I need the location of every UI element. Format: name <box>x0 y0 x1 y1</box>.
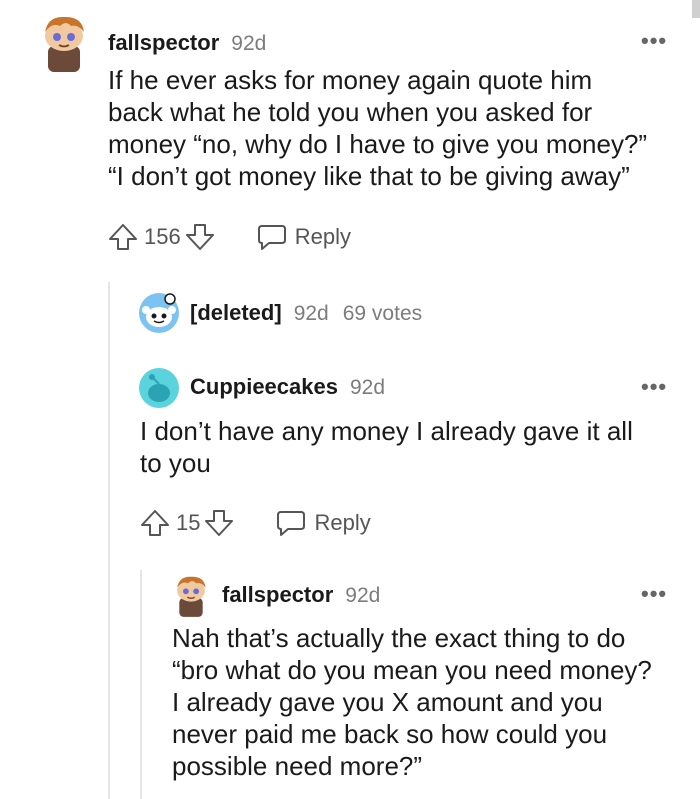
avatar[interactable] <box>172 573 210 617</box>
body-line: to you <box>140 448 211 478</box>
avatar[interactable] <box>138 367 180 409</box>
comment-body: If he ever asks for money again quote hi… <box>108 64 647 192</box>
timestamp[interactable]: 92d <box>345 584 380 608</box>
body-line: back what he told you when you asked for <box>108 97 593 127</box>
body-line: If he ever asks for money again quote hi… <box>108 65 593 95</box>
body-line: “I don’t got money like that to be givin… <box>108 161 630 191</box>
more-options-icon[interactable]: ••• <box>641 30 667 52</box>
author-name[interactable]: fallspector <box>108 30 219 56</box>
body-line: Nah that’s actually the exact thing to d… <box>172 623 626 653</box>
snoo-avatar-brown-hair-icon <box>177 576 206 617</box>
reply-button[interactable]: Reply <box>257 223 351 251</box>
upvote-icon[interactable] <box>108 222 138 252</box>
more-options-icon[interactable]: ••• <box>641 376 667 398</box>
reply-label: Reply <box>314 510 371 535</box>
comment-actions: 15 Reply <box>140 508 371 538</box>
comment-actions: 156 Reply <box>108 222 351 252</box>
reddit-alien-cyan-icon <box>139 368 179 408</box>
snoo-avatar-brown-hair-icon <box>45 16 84 72</box>
timestamp[interactable]: 92d <box>350 376 385 400</box>
body-line: “bro what do you mean you need money? <box>172 655 652 685</box>
comment-header: Cuppieecakes 92d <box>190 374 385 400</box>
reply-button[interactable]: Reply <box>276 509 371 537</box>
thread-line[interactable] <box>140 570 142 799</box>
thread-line[interactable] <box>108 282 110 799</box>
body-line: never paid me back so how could you <box>172 719 608 749</box>
author-name[interactable]: Cuppieecakes <box>190 374 338 400</box>
downvote-icon[interactable] <box>204 508 234 538</box>
speech-bubble-icon <box>257 225 286 250</box>
reply-label: Reply <box>294 224 351 249</box>
vote-count: 15 <box>176 510 201 535</box>
comment-header: fallspector 92d <box>222 582 380 608</box>
author-name[interactable]: fallspector <box>222 582 333 608</box>
author-name: [deleted] <box>190 300 282 325</box>
body-line: I don’t have any money I already gave it… <box>140 416 633 446</box>
reddit-alien-default-icon <box>139 293 179 333</box>
body-line: possible need more?” <box>172 751 423 781</box>
body-line: money “no, why do I have to give you mon… <box>108 129 648 159</box>
body-line: I already gave you X amount and you <box>172 687 603 717</box>
vote-count-text: 69 votes <box>342 302 423 325</box>
timestamp[interactable]: 92d <box>231 32 266 56</box>
more-options-icon[interactable]: ••• <box>641 583 667 605</box>
comment-header: fallspector 92d <box>108 30 266 56</box>
avatar[interactable] <box>38 12 90 72</box>
scrollbar-thumb[interactable] <box>692 0 700 18</box>
comment-header: [deleted] 92d 69 votes <box>190 300 422 326</box>
speech-bubble-icon <box>277 511 306 536</box>
comment-body: I don’t have any money I already gave it… <box>140 415 633 479</box>
upvote-icon[interactable] <box>140 508 170 538</box>
timestamp[interactable]: 92d <box>294 302 329 326</box>
comment-body: Nah that’s actually the exact thing to d… <box>172 622 652 782</box>
downvote-icon[interactable] <box>185 222 215 252</box>
avatar[interactable] <box>138 292 180 334</box>
vote-count: 156 <box>144 224 181 249</box>
